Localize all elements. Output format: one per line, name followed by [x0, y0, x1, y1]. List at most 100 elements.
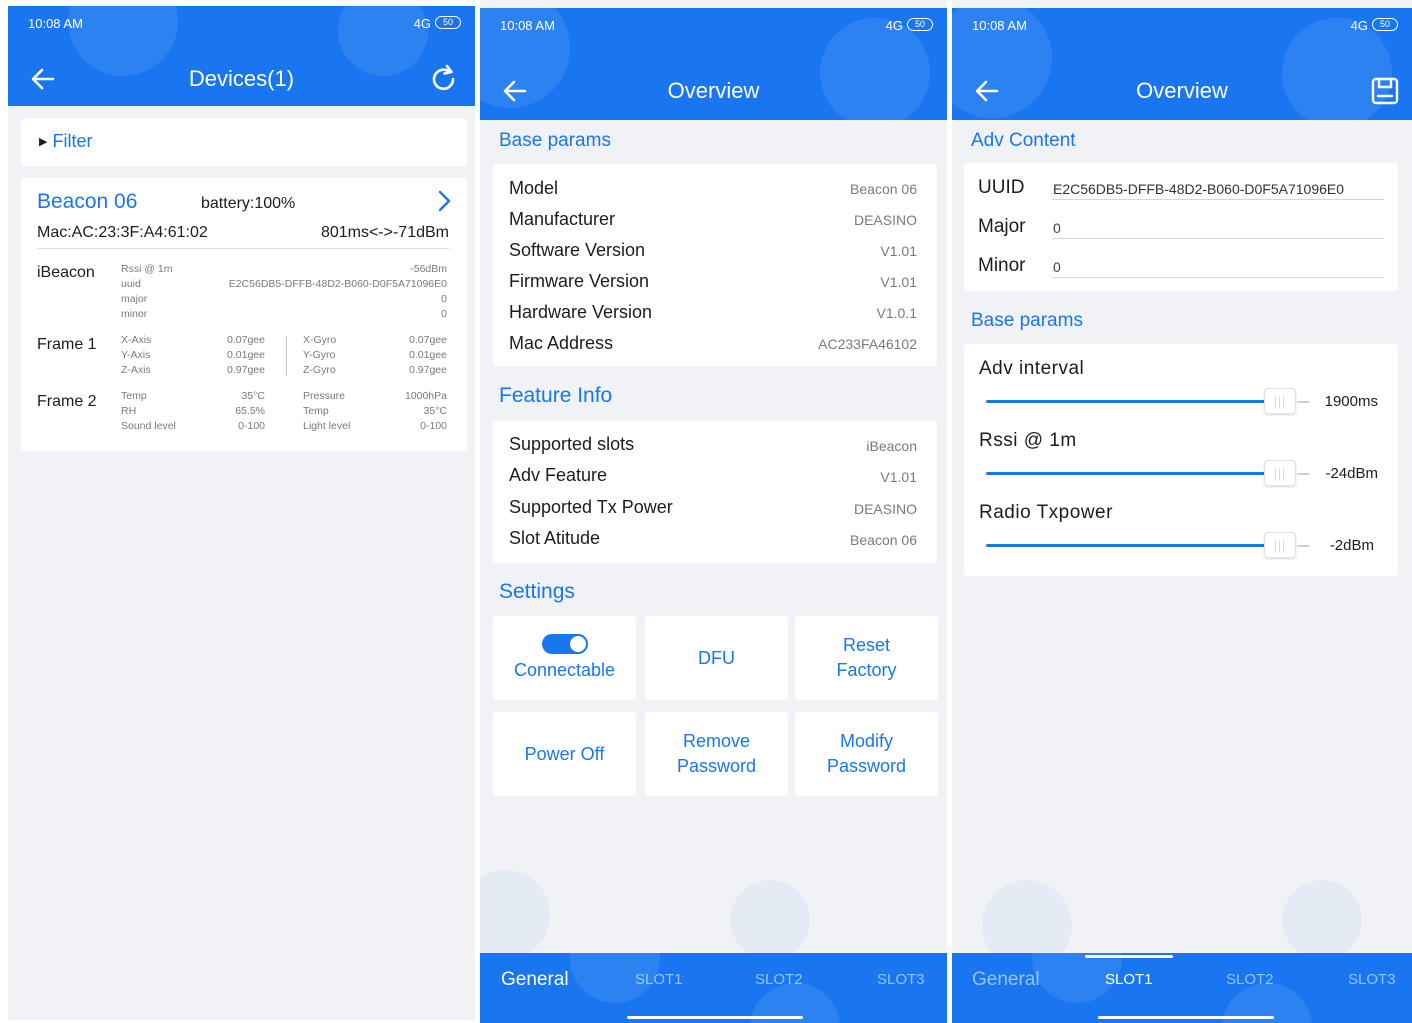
battery-icon: 50	[907, 18, 933, 31]
minor-label: Minor	[978, 255, 1026, 276]
tab-general[interactable]: General	[972, 969, 1040, 991]
slider-track-rest	[1297, 401, 1309, 403]
adv-content-card: UUID E2C56DB5-DFFB-48D2-B060-D0F5A71096E…	[964, 163, 1398, 291]
feature-value: V1.01	[880, 469, 917, 485]
param-label: Hardware Version	[509, 302, 653, 322]
feature-label: Slot Atitude	[509, 528, 601, 548]
dfu-button[interactable]: DFU	[645, 616, 788, 700]
remove-password-button[interactable]: Remove Password	[645, 712, 788, 796]
param-label: Model	[509, 178, 559, 198]
param-label: Manufacturer	[509, 209, 616, 229]
txpower-slider-thumb[interactable]: |||	[1264, 532, 1296, 558]
param-label: Mac Address	[509, 333, 614, 353]
frame2-right-values: 1000hPa 35°C 0-100	[404, 390, 447, 432]
rssi-slider-thumb[interactable]: |||	[1264, 460, 1296, 486]
base-params-title: Base params	[499, 130, 611, 151]
tab-bar: General SLOT1 SLOT2 SLOT3	[480, 953, 947, 1023]
tab-slot3[interactable]: SLOT3	[1348, 971, 1396, 988]
base-params-title: Base params	[971, 310, 1083, 331]
frame1-left-labels: X-Axis Y-Axis Z-Axis	[121, 334, 152, 376]
ibeacon-title: iBeacon	[37, 264, 95, 281]
save-icon[interactable]	[1368, 74, 1402, 108]
feature-info-title: Feature Info	[499, 384, 613, 407]
tab-slot2[interactable]: SLOT2	[1226, 971, 1274, 988]
slot-app-bar: 10:08 AM 4G 50 Overview	[952, 8, 1412, 120]
param-value: V1.01	[880, 243, 917, 259]
adv-interval-track[interactable]	[986, 400, 1266, 403]
slider-track-rest	[1297, 545, 1309, 547]
rssi-value: -24dBm	[1325, 465, 1378, 482]
modify-password-button[interactable]: Modify Password	[795, 712, 938, 796]
refresh-icon[interactable]	[427, 62, 461, 96]
device-mac: Mac:AC:23:3F:A4:61:02	[37, 224, 208, 241]
active-tab-indicator	[1085, 955, 1173, 958]
feature-value: DEASINO	[853, 501, 917, 517]
uuid-label: UUID	[978, 177, 1025, 198]
divider	[37, 248, 449, 249]
status-time: 10:08 AM	[500, 18, 555, 33]
txpower-value: -2dBm	[1329, 537, 1374, 554]
major-input[interactable]: 0	[1053, 220, 1061, 236]
rssi-track[interactable]	[986, 472, 1266, 475]
status-network: 4G	[885, 18, 903, 33]
rssi-label: Rssi @ 1m	[979, 430, 1077, 451]
battery-icon: 50	[1372, 18, 1398, 31]
chevron-right-icon[interactable]	[437, 190, 453, 217]
ibeacon-labels: Rssi @ 1m uuid major minor	[121, 263, 173, 320]
frame2-right-labels: Pressure Temp Light level	[303, 390, 351, 432]
frame1-right-values: 0.07gee 0.01gee 0.97gee	[409, 334, 447, 376]
txpower-track[interactable]	[986, 544, 1266, 547]
tab-bar: General SLOT1 SLOT2 SLOT3	[952, 953, 1412, 1023]
power-off-button[interactable]: Power Off	[493, 712, 636, 796]
page-title: Overview	[1136, 78, 1228, 103]
frame1-right-labels: X-Gyro Y-Gyro Z-Gyro	[303, 334, 337, 376]
feature-label: Supported slots	[509, 434, 635, 454]
filter-toggle[interactable]: ▶ Filter	[21, 118, 467, 166]
base-params-card: Model Beacon 06 Manufacturer DEASINO Sof…	[493, 164, 937, 366]
home-indicator	[627, 1016, 803, 1019]
device-battery: battery:100%	[201, 195, 296, 212]
param-value: V1.01	[880, 274, 917, 290]
frame1-left-values: 0.07gee 0.01gee 0.97gee	[227, 334, 265, 376]
status-network: 4G	[1350, 18, 1368, 33]
frame2-left-values: 35°C 65.5% 0-100	[235, 390, 265, 432]
tab-slot1[interactable]: SLOT1	[635, 971, 683, 988]
ibeacon-values: -56dBm E2C56DB5-DFFB-48D2-B060-D0F5A7109…	[228, 263, 447, 320]
filter-triangle-icon: ▶	[39, 136, 48, 148]
feature-value: Beacon 06	[850, 532, 917, 548]
txpower-label: Radio Txpower	[979, 502, 1113, 523]
slider-track-rest	[1297, 473, 1309, 475]
toggle-switch[interactable]	[541, 633, 588, 654]
adv-interval-value: 1900ms	[1324, 393, 1378, 410]
feature-value: iBeacon	[866, 438, 917, 454]
minor-input[interactable]: 0	[1053, 259, 1061, 275]
param-value: AC233FA46102	[818, 336, 917, 352]
reset-factory-button[interactable]: Reset Factory	[795, 616, 938, 700]
adv-interval-slider-thumb[interactable]: |||	[1264, 388, 1296, 414]
filter-label: Filter	[52, 131, 93, 151]
uuid-input[interactable]: E2C56DB5-DFFB-48D2-B060-D0F5A71096E0	[1053, 181, 1344, 197]
divider	[1052, 277, 1384, 278]
home-indicator	[1098, 1016, 1274, 1019]
page-title: Overview	[667, 78, 760, 103]
overview-general-screen: 10:08 AM 4G 50 Overview Base params Mode…	[480, 0, 947, 1023]
device-card[interactable]: Beacon 06 battery:100% Mac:AC:23:3F:A4:6…	[21, 178, 467, 451]
devices-app-bar: 10:08 AM 4G 50 Devices(1)	[8, 6, 475, 106]
frame2-title: Frame 2	[37, 393, 97, 410]
divider	[1052, 199, 1384, 200]
devices-screen: 10:08 AM 4G 50 Devices(1) ▶ Filter Beaco…	[8, 6, 475, 1020]
param-label: Software Version	[509, 240, 646, 260]
status-time: 10:08 AM	[972, 18, 1027, 33]
connectable-toggle[interactable]: Connectable	[493, 616, 636, 700]
tab-slot3[interactable]: SLOT3	[877, 971, 925, 988]
tab-slot1[interactable]: SLOT1	[1105, 971, 1153, 988]
status-network: 4G	[413, 16, 431, 31]
battery-icon: 50	[435, 16, 461, 29]
feature-label: Adv Feature	[509, 465, 608, 485]
adv-interval-label: Adv interval	[979, 358, 1085, 379]
tab-general[interactable]: General	[501, 969, 569, 991]
tab-slot2[interactable]: SLOT2	[755, 971, 803, 988]
overview-app-bar: 10:08 AM 4G 50 Overview	[480, 8, 947, 120]
status-bar: 10:08 AM 4G 50	[8, 6, 475, 40]
feature-label: Supported Tx Power	[509, 497, 673, 517]
